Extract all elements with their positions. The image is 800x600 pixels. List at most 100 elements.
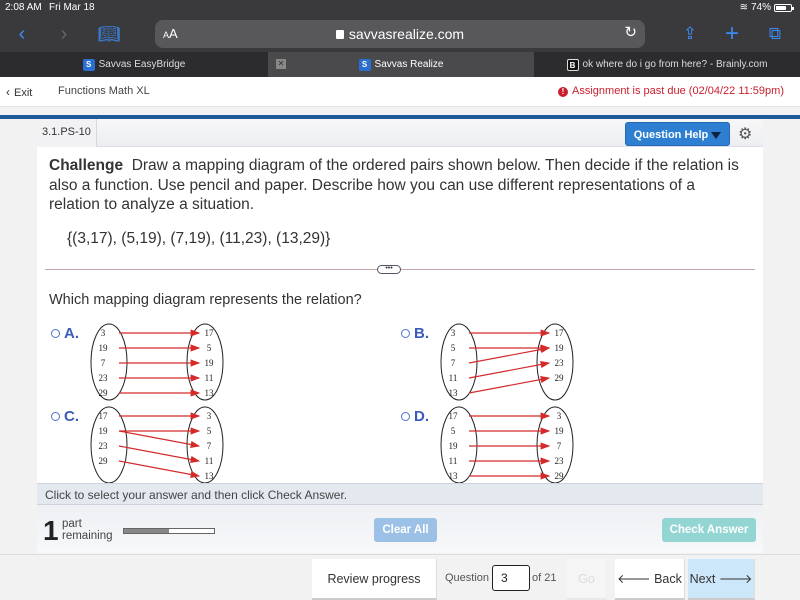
range-value: 23 xyxy=(555,358,565,368)
status-right: ≋ 74% xyxy=(739,2,794,13)
savvas-favicon: S xyxy=(82,58,95,71)
close-tab-icon[interactable]: ✕ xyxy=(276,59,286,69)
domain-value: 19 xyxy=(99,343,109,353)
parts-progress-bar xyxy=(123,528,215,534)
back-button[interactable]: 🡐 Back xyxy=(615,559,685,600)
domain-value: 23 xyxy=(99,441,109,451)
expand-button[interactable]: ••• xyxy=(377,265,401,274)
range-value: 7 xyxy=(557,441,562,451)
back-icon[interactable]: ‹ xyxy=(8,20,36,48)
progress-fill xyxy=(124,529,169,533)
navigation-bar: Review progress Question of 21 Go 🡐 Back… xyxy=(0,554,800,600)
range-value: 19 xyxy=(205,358,215,368)
wifi-icon: ≋ xyxy=(739,2,748,13)
go-button[interactable]: Go xyxy=(567,559,607,600)
range-value: 29 xyxy=(555,471,565,481)
brainly-favicon: B xyxy=(566,58,579,71)
tab-savvas-realize[interactable]: ✕ S Savvas Realize xyxy=(268,52,534,77)
past-due-text: Assignment is past due (02/04/22 11:59pm… xyxy=(572,85,784,97)
address-bar[interactable]: AA savvasrealize.com ↻ xyxy=(155,20,645,48)
radio-button[interactable] xyxy=(401,412,410,421)
choice-letter: C. xyxy=(64,408,79,425)
domain-value: 7 xyxy=(101,358,106,368)
domain-value: 3 xyxy=(101,328,106,338)
domain-value: 17 xyxy=(449,411,459,421)
instructions: Click to select your answer and then cli… xyxy=(37,483,763,505)
mapping-arrow xyxy=(118,460,201,478)
question-help-label: Question Help xyxy=(633,129,709,141)
exit-button[interactable]: ‹ Exit xyxy=(6,85,32,99)
check-answer-button[interactable]: Check Answer xyxy=(662,518,756,542)
browser-tabs: S Savvas EasyBridge ✕ S Savvas Realize B… xyxy=(0,52,800,77)
range-value: 5 xyxy=(207,426,212,436)
domain-value: 29 xyxy=(99,456,109,466)
choice-letter: B. xyxy=(414,325,429,342)
header-divider xyxy=(0,107,800,119)
tabs-icon[interactable]: ⧉ xyxy=(761,20,789,48)
browser-toolbar: ‹ › 📖︎ AA savvasrealize.com ↻ ⇪ + ⧉ xyxy=(0,16,800,52)
question-label: Question xyxy=(445,572,490,584)
app-header: ‹ Exit Functions Math XL ! Assignment is p… xyxy=(0,77,800,107)
question-panel: 3.1.PS-10 Question Help ⚙ Challenge Draw… xyxy=(37,119,763,483)
lock-icon xyxy=(335,30,344,39)
reload-icon[interactable]: ↻ xyxy=(624,23,637,41)
question-help-button[interactable]: Question Help xyxy=(625,122,730,146)
status-time: 2:08 AM xyxy=(5,2,42,13)
domain-value: 13 xyxy=(449,388,459,398)
parts-label-line2: remaining xyxy=(62,530,113,542)
ordered-pairs: {(3,17), (5,19), (7,19), (11,23), (13,29… xyxy=(67,230,331,247)
savvas-favicon: S xyxy=(358,58,371,71)
prompt-bold: Challenge xyxy=(49,157,124,174)
domain-value: 11 xyxy=(449,456,458,466)
battery-icon xyxy=(774,3,794,12)
domain-value: 23 xyxy=(99,373,109,383)
radio-button[interactable] xyxy=(401,329,410,338)
range-value: 3 xyxy=(557,411,562,421)
chevron-left-icon: ‹ xyxy=(6,85,10,99)
tab-brainly[interactable]: B ok where do i go from here? - Brainly.… xyxy=(534,52,800,77)
domain-value: 19 xyxy=(99,426,109,436)
bookmarks-icon[interactable]: 📖︎ xyxy=(95,20,123,48)
range-value: 7 xyxy=(207,441,212,451)
review-progress-button[interactable]: Review progress xyxy=(312,559,437,600)
share-icon[interactable]: ⇪ xyxy=(676,20,704,48)
range-value: 11 xyxy=(205,456,214,466)
mapping-diagram-c: 171923293571113 xyxy=(90,406,224,483)
status-date: Fri Mar 18 xyxy=(49,2,95,13)
tab-savvas-easybridge[interactable]: S Savvas EasyBridge xyxy=(0,52,268,77)
mapping-arrow xyxy=(468,376,551,394)
range-value: 19 xyxy=(555,343,565,353)
forward-icon[interactable]: › xyxy=(50,20,78,48)
gear-icon[interactable]: ⚙ xyxy=(738,124,752,144)
domain-value: 3 xyxy=(451,328,456,338)
range-value: 17 xyxy=(205,328,215,338)
battery-percent: 74% xyxy=(750,2,771,13)
new-tab-icon[interactable]: + xyxy=(718,20,746,48)
domain-oval xyxy=(90,323,128,401)
question-number-input[interactable] xyxy=(492,565,530,591)
question-total: of 21 xyxy=(532,572,557,584)
url-text: savvasrealize.com xyxy=(348,26,465,42)
parts-count: 1 xyxy=(43,515,59,546)
alert-icon: ! xyxy=(558,87,569,97)
tab-title: ok where do i go from here? - Brainly.co… xyxy=(582,59,768,70)
domain-oval xyxy=(90,406,128,483)
radio-button[interactable] xyxy=(51,329,60,338)
domain-value: 11 xyxy=(449,373,458,383)
range-value: 23 xyxy=(555,456,565,466)
next-button[interactable]: Next 🡒 xyxy=(688,559,755,600)
range-value: 17 xyxy=(555,328,565,338)
radio-button[interactable] xyxy=(51,412,60,421)
tab-title: Savvas EasyBridge xyxy=(98,59,186,70)
domain-value: 13 xyxy=(449,471,459,481)
domain-value: 5 xyxy=(451,426,456,436)
clear-all-button[interactable]: Clear All xyxy=(374,518,437,542)
exit-label: Exit xyxy=(14,87,33,99)
range-value: 29 xyxy=(555,373,565,383)
prompt-text: Draw a mapping diagram of the ordered pa… xyxy=(49,157,739,213)
tab-title: Savvas Realize xyxy=(374,59,444,70)
range-value: 19 xyxy=(555,426,565,436)
ios-status-bar: 2:08 AM Fri Mar 18 ≋ 74% xyxy=(0,0,800,16)
caret-down-icon xyxy=(711,131,722,139)
answer-footer: 1 part remaining Clear All Check Answer xyxy=(37,505,763,553)
